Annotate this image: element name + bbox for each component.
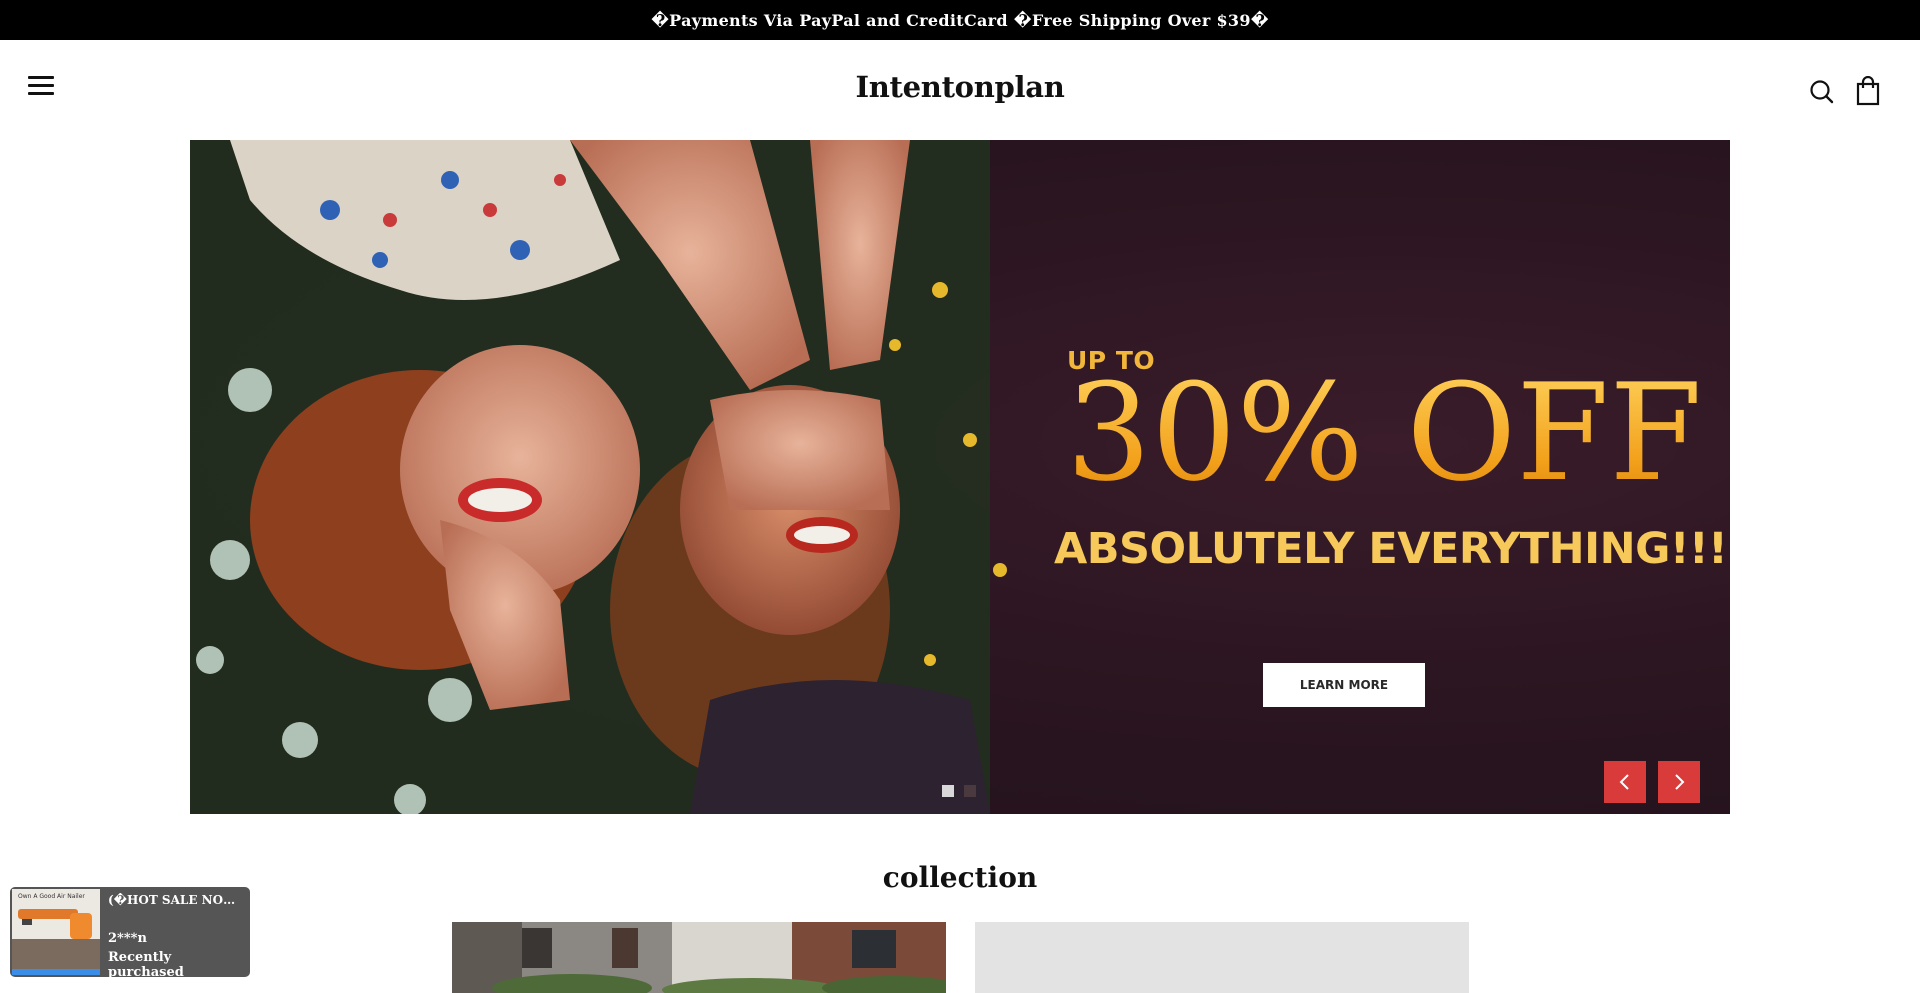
recent-purchase-popup[interactable]: Own A Good Air Nailer (�HOT SALE NOW 49.… <box>10 887 250 977</box>
slide-dot-1[interactable] <box>942 785 954 797</box>
product-thumbnail: Own A Good Air Nailer <box>12 889 100 975</box>
collection-image-house <box>452 922 946 993</box>
slider-prev-button[interactable] <box>1604 761 1646 803</box>
hamburger-menu-icon[interactable] <box>28 74 56 96</box>
popup-status-text: Recently purchased <box>108 950 184 977</box>
hero-banner[interactable]: UP TO 30% OFF ABSOLUTELY EVERYTHING!!! L… <box>190 140 1730 814</box>
popup-buyer-name: 2***n <box>108 931 147 946</box>
hero-headline: 30% OFF <box>1066 355 1703 511</box>
announcement-bar: �Payments Via PayPal and CreditCard �Fre… <box>0 0 1920 40</box>
search-icon[interactable] <box>1808 78 1836 106</box>
site-logo[interactable]: Intentonplan <box>856 70 1065 104</box>
shopping-bag-icon[interactable] <box>1854 75 1882 106</box>
site-logo-wrapper: Intentonplan <box>0 70 1920 104</box>
collection-title: collection <box>882 861 1038 894</box>
collection-card-1[interactable] <box>452 922 946 993</box>
hero-tagline: ABSOLUTELY EVERYTHING!!! <box>1054 524 1728 574</box>
site-header: Intentonplan <box>0 40 1920 140</box>
chevron-left-icon <box>1619 774 1629 790</box>
popup-product-name: (�HOT SALE NOW 49... <box>108 893 244 907</box>
announcement-text: �Payments Via PayPal and CreditCard �Fre… <box>651 10 1269 30</box>
slider-next-button[interactable] <box>1658 761 1700 803</box>
learn-more-button[interactable]: LEARN MORE <box>1263 663 1425 707</box>
chevron-right-icon <box>1675 774 1685 790</box>
product-thumbnail-caption: Own A Good Air Nailer <box>18 893 85 900</box>
slider-pagination <box>942 785 976 797</box>
collection-card-2[interactable] <box>975 922 1469 993</box>
slide-dot-2[interactable] <box>964 785 976 797</box>
